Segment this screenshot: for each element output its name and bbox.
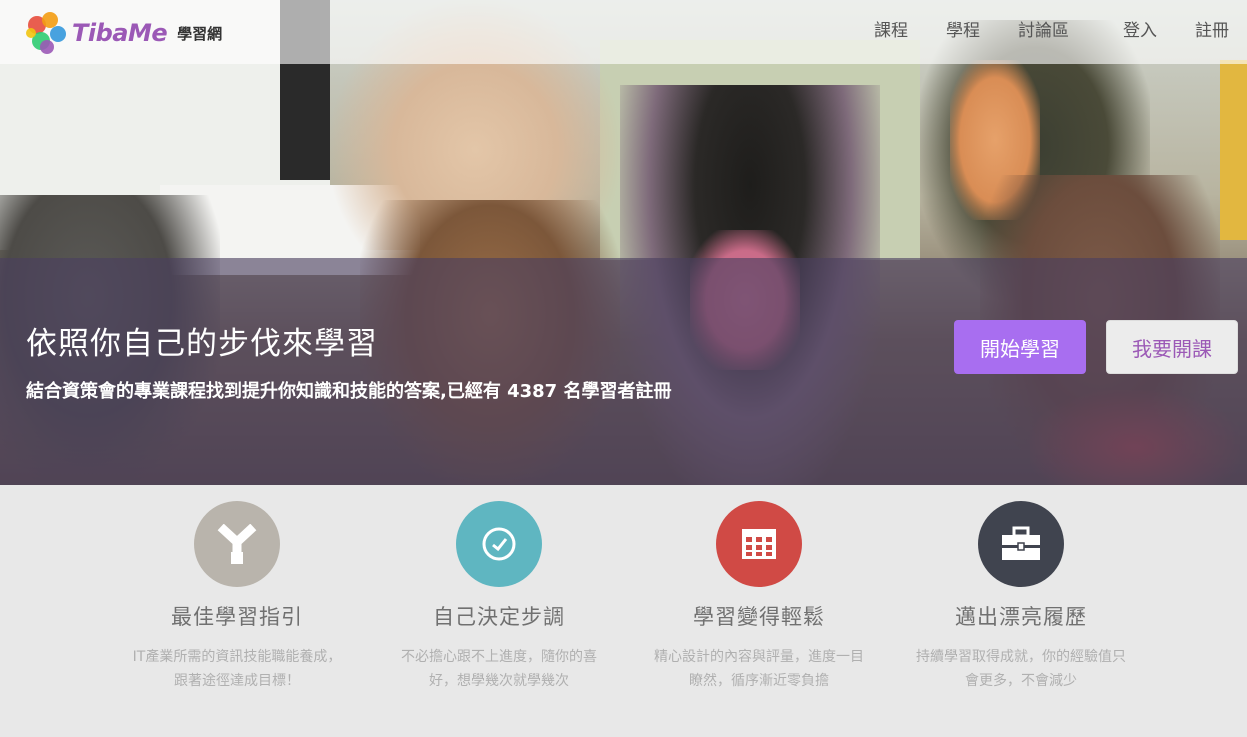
features-section: 最佳學習指引 IT產業所需的資訊技能職能養成，跟著途徑達成目標！ 自己決定步調 …	[0, 485, 1247, 737]
teach-course-button[interactable]: 我要開課	[1106, 320, 1238, 374]
top-navbar: TibaMe 學習網 課程 學程 討論區 登入 註冊	[0, 0, 1247, 64]
start-learning-button[interactable]: 開始學習	[954, 320, 1086, 374]
feature-title: 自己決定步調	[433, 605, 565, 629]
feature-description: IT產業所需的資訊技能職能養成，跟著途徑達成目標！	[132, 649, 342, 689]
hero-title: 依照你自己的步伐來學習	[26, 326, 378, 362]
feature-title: 最佳學習指引	[171, 605, 303, 629]
hero-subtitle: 結合資策會的專業課程找到提升你知識和技能的答案,已經有 4387 名學習者註冊	[26, 381, 672, 402]
feature-guidance: 最佳學習指引 IT產業所需的資訊技能職能養成，跟著途徑達成目標！	[107, 501, 367, 693]
clock-icon	[456, 501, 542, 587]
main-nav: 課程 學程 討論區 登入 註冊	[836, 18, 1229, 44]
nav-login[interactable]: 登入	[1123, 18, 1157, 44]
nav-register[interactable]: 註冊	[1195, 18, 1229, 44]
feature-pace: 自己決定步調 不必擔心跟不上進度，隨你的喜好，想學幾次就學幾次	[369, 501, 629, 693]
feature-description: 持續學習取得成就，你的經驗值只會更多，不會減少	[916, 649, 1126, 689]
calendar-icon	[716, 501, 802, 587]
feature-resume: 邁出漂亮履歷 持續學習取得成就，你的經驗值只會更多，不會減少	[891, 501, 1151, 693]
logo[interactable]: TibaMe 學習網	[26, 9, 222, 57]
feature-easy: 學習變得輕鬆 精心設計的內容與評量，進度一目瞭然，循序漸近零負擔	[629, 501, 889, 693]
logo-mark-icon	[26, 10, 68, 56]
feature-description: 不必擔心跟不上進度，隨你的喜好，想學幾次就學幾次	[401, 649, 597, 689]
hero-banner: 依照你自己的步伐來學習 結合資策會的專業課程找到提升你知識和技能的答案,已經有 …	[0, 0, 1247, 485]
signpost-icon	[194, 501, 280, 587]
briefcase-icon	[978, 501, 1064, 587]
logo-subtitle: 學習網	[177, 24, 223, 43]
feature-title: 學習變得輕鬆	[693, 605, 825, 629]
feature-title: 邁出漂亮履歷	[955, 605, 1087, 629]
logo-text: TibaMe	[72, 19, 168, 47]
nav-programs[interactable]: 學程	[946, 18, 980, 44]
nav-forum[interactable]: 討論區	[1018, 18, 1069, 44]
nav-courses[interactable]: 課程	[874, 18, 908, 44]
feature-description: 精心設計的內容與評量，進度一目瞭然，循序漸近零負擔	[654, 649, 864, 689]
